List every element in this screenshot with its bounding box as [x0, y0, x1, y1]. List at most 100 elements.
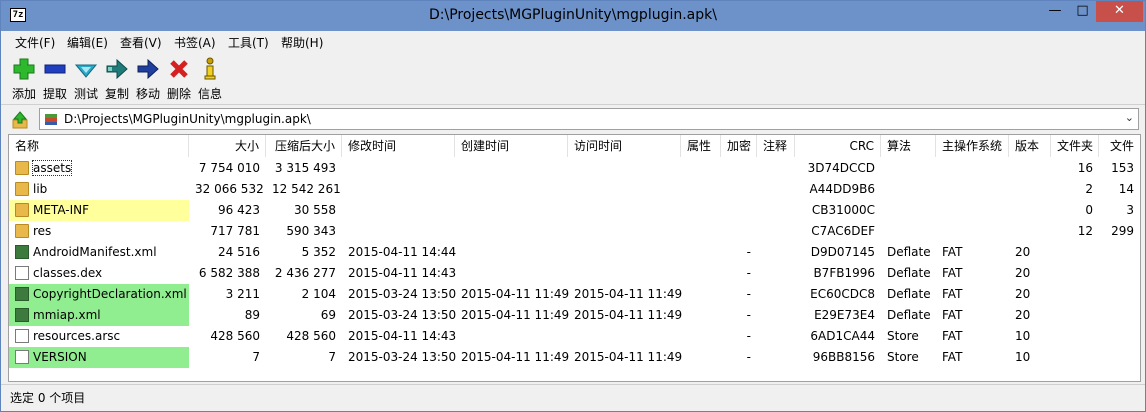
cell-ver: 20 — [1015, 245, 1031, 259]
status-text: 选定 0 个项目 — [10, 391, 86, 405]
col-modified[interactable]: 修改时间 — [342, 135, 455, 157]
cell-folders — [1051, 263, 1099, 284]
add-button[interactable]: 添加 — [10, 57, 38, 102]
col-host-os[interactable]: 主操作系统 — [936, 135, 1009, 157]
cell-size: 96 423 — [218, 203, 260, 217]
col-comment[interactable]: 注释 — [757, 135, 795, 157]
chevron-down-icon[interactable]: ⌄ — [1125, 111, 1134, 124]
cell-attr — [681, 221, 721, 242]
folder-icon — [15, 161, 29, 175]
col-crc[interactable]: CRC — [795, 135, 881, 157]
address-bar: D:\Projects\MGPluginUnity\mgplugin.apk\ … — [1, 104, 1145, 133]
cell-modified: 2015-04-11 14:44 — [348, 245, 457, 259]
title-bar[interactable]: 7z D:\Projects\MGPluginUnity\mgplugin.ap… — [1, 1, 1145, 31]
cell-size: 428 560 — [210, 329, 260, 343]
table-row[interactable]: lib 32 066 532 12 542 261 A44DD9B6 2 14 — [9, 179, 1140, 200]
menu-file[interactable]: 文件(F) — [15, 34, 55, 51]
table-row[interactable]: mmiap.xml 89 69 2015-03-24 13:50 2015-04-11 … — [9, 305, 1140, 326]
table-row[interactable]: resources.arsc 428 560 428 560 2015-04-11 1… — [9, 326, 1140, 347]
file-name-text: resources.arsc — [33, 329, 121, 343]
col-attributes[interactable]: 属性 — [681, 135, 721, 157]
folder-icon — [15, 203, 29, 217]
cell-os: FAT — [942, 266, 963, 280]
path-field[interactable]: D:\Projects\MGPluginUnity\mgplugin.apk\ … — [39, 108, 1139, 130]
column-header-row: 名称 大小 压缩后大小 修改时间 创建时间 访问时间 属性 加密 注释 CRC … — [9, 135, 1140, 157]
cell-accessed — [568, 263, 681, 284]
minimize-button[interactable]: — — [1041, 1, 1069, 22]
cell-created — [455, 263, 568, 284]
cell-files — [1099, 305, 1140, 326]
cell-folders: 12 — [1077, 224, 1093, 238]
table-row[interactable]: AndroidManifest.xml 24 516 5 352 2015-04-11… — [9, 242, 1140, 263]
delete-button[interactable]: 删除 — [165, 57, 193, 102]
close-button[interactable]: ✕ — [1096, 1, 1143, 22]
table-row[interactable]: META-INF 96 423 30 558 CB31000C 0 3 — [9, 200, 1140, 221]
col-accessed[interactable]: 访问时间 — [568, 135, 681, 157]
col-method[interactable]: 算法 — [881, 135, 936, 157]
cell-folders: 2 — [1085, 182, 1093, 196]
file-name-cell: AndroidManifest.xml — [9, 242, 189, 263]
col-size[interactable]: 大小 — [189, 135, 266, 157]
cell-packed: 5 352 — [301, 245, 336, 259]
col-version[interactable]: 版本 — [1009, 135, 1051, 157]
test-button[interactable]: 测试 — [72, 57, 100, 102]
cell-enc: - — [746, 266, 751, 280]
cell-size: 717 781 — [210, 224, 260, 238]
move-button[interactable]: 移动 — [134, 57, 162, 102]
cell-os: FAT — [942, 287, 963, 301]
up-folder-button[interactable] — [10, 110, 30, 130]
cell-ver: 20 — [1015, 287, 1031, 301]
cell-folders: 0 — [1085, 203, 1093, 217]
cell-ver — [1009, 221, 1051, 242]
cell-accessed — [568, 158, 681, 179]
cell-os — [936, 179, 1009, 200]
cell-size: 7 754 010 — [198, 161, 260, 175]
col-folders[interactable]: 文件夹 — [1051, 135, 1099, 157]
menu-tools[interactable]: 工具(T) — [228, 34, 269, 51]
menu-bookmarks[interactable]: 书签(A) — [174, 34, 216, 51]
cell-files: 153 — [1111, 161, 1134, 175]
cell-enc: - — [746, 350, 751, 364]
table-row[interactable]: res 717 781 590 343 C7AC6DEF 12 299 — [9, 221, 1140, 242]
cell-accessed: 2015-04-11 11:49 — [574, 350, 683, 364]
cell-attr — [681, 284, 721, 305]
minus-icon — [43, 57, 67, 81]
extract-button[interactable]: 提取 — [41, 57, 69, 102]
maximize-button[interactable]: □ — [1069, 1, 1096, 22]
info-button[interactable]: 信息 — [196, 57, 224, 102]
menu-view[interactable]: 查看(V) — [120, 34, 162, 51]
cell-size: 32 066 532 — [195, 182, 264, 196]
cell-crc: CB31000C — [811, 203, 875, 217]
menu-edit[interactable]: 编辑(E) — [67, 34, 108, 51]
cell-attr — [681, 158, 721, 179]
cell-enc: - — [746, 308, 751, 322]
info-label: 信息 — [197, 87, 222, 101]
col-created[interactable]: 创建时间 — [455, 135, 568, 157]
menu-help[interactable]: 帮助(H) — [281, 34, 323, 51]
move-arrow-icon — [136, 57, 160, 81]
xml-file-icon — [15, 245, 29, 259]
cell-modified: 2015-04-11 14:43 — [348, 266, 457, 280]
cell-ver: 10 — [1015, 329, 1031, 343]
copy-button[interactable]: 复制 — [103, 57, 131, 102]
col-packed-size[interactable]: 压缩后大小 — [266, 135, 342, 157]
cell-enc: - — [746, 329, 751, 343]
cell-comment — [757, 221, 795, 242]
cell-accessed: 2015-04-11 11:49 — [574, 287, 683, 301]
col-encrypted[interactable]: 加密 — [721, 135, 757, 157]
cell-folders — [1051, 347, 1099, 368]
col-files[interactable]: 文件 — [1099, 135, 1140, 157]
col-name[interactable]: 名称 — [9, 135, 189, 157]
file-name-text: CopyrightDeclaration.xml — [33, 287, 187, 301]
cell-modified: 2015-03-24 13:50 — [348, 308, 457, 322]
cell-files: 3 — [1126, 203, 1134, 217]
cell-files: 14 — [1118, 182, 1134, 196]
file-list[interactable]: 名称 大小 压缩后大小 修改时间 创建时间 访问时间 属性 加密 注释 CRC … — [8, 134, 1141, 382]
toolbar: 添加 提取 测试 复制 移动 删除 信息 — [1, 51, 1145, 103]
table-row[interactable]: assets 7 754 010 3 315 493 3D74DCCD 16 153 — [9, 158, 1140, 179]
cell-attr — [681, 242, 721, 263]
table-row[interactable]: VERSION 7 7 2015-03-24 13:50 2015-04-11 11:4… — [9, 347, 1140, 368]
cell-attr — [681, 263, 721, 284]
table-row[interactable]: classes.dex 6 582 388 2 436 277 2015-04-11 … — [9, 263, 1140, 284]
table-row[interactable]: CopyrightDeclaration.xml 3 211 2 104 2015-0… — [9, 284, 1140, 305]
